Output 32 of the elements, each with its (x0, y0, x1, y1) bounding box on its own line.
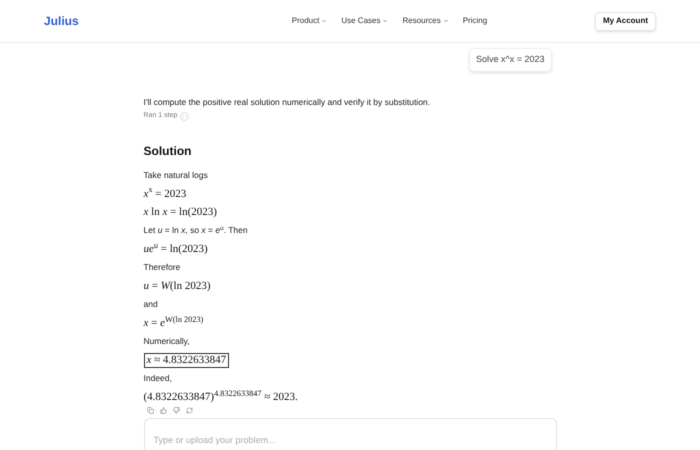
nav-link[interactable]: Use Cases (341, 15, 388, 27)
math-equation: (4.8322633847)$^{4.8322633847}$ ≈ 2023. (144, 390, 298, 404)
math-equation: u = W(ln 2023) (144, 279, 211, 293)
nav-link[interactable]: Product (292, 15, 328, 27)
thumbs-up-icon[interactable] (160, 407, 166, 414)
nav-link[interactable]: Pricing (462, 15, 488, 27)
input-text: Type or upload your problem... (154, 434, 546, 448)
message-input[interactable]: Type or upload your problem... (144, 418, 556, 450)
refresh-icon[interactable] (186, 407, 192, 414)
explanation-text: Let u = ln x, so x = e$^{u}$. Then (144, 224, 248, 237)
section-heading: Solution (144, 142, 192, 160)
math-equation: x = e$^{W(ln 2023)}$ (144, 316, 204, 330)
explanation-text: Take natural logs (144, 168, 208, 182)
chevron-down-icon (442, 18, 449, 24)
copy-icon[interactable] (146, 407, 154, 414)
explanation-text: Indeed, (144, 372, 172, 385)
explanation-text: Therefore (144, 261, 180, 274)
math-equation: x$^{x}$ = 2023 (144, 186, 186, 200)
logo[interactable]: Julius (44, 12, 244, 30)
chevron-down-icon (321, 18, 328, 24)
thumbs-down-icon[interactable] (172, 407, 180, 414)
boxed-answer: x ≈ 4.8322633847 (144, 352, 230, 368)
code-icon[interactable] (180, 112, 190, 121)
chevron-down-icon (382, 18, 388, 24)
explanation-text: Numerically, (144, 335, 190, 348)
user-message: Solve x^x = 2023 (468, 48, 552, 72)
explanation-text: and (144, 298, 158, 311)
assistant-message: I'll compute the positive real solution numerically and verify it by substitution. (144, 96, 430, 108)
math-equation: x ln x = ln(2023) (144, 205, 217, 219)
math-equation: ue$^{u}$ = ln(2023) (144, 242, 208, 256)
nav-link[interactable]: Resources (402, 15, 449, 27)
account-button[interactable]: My Account (594, 12, 656, 30)
